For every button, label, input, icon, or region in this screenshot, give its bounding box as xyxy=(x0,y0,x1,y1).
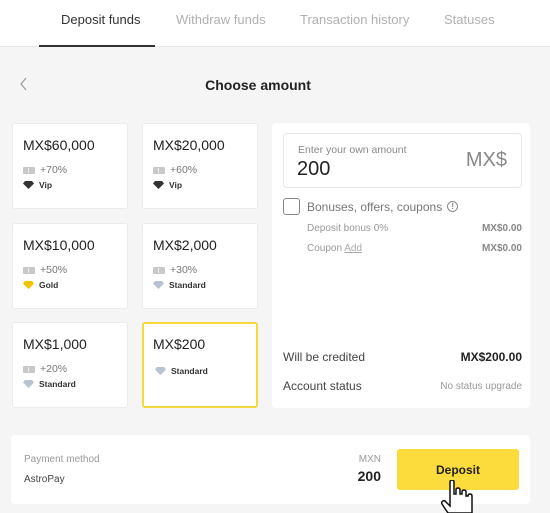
credited-value: MX$200.00 xyxy=(460,350,522,364)
bonus-percentage: +70% xyxy=(23,164,67,176)
account-status-row: Account status No status upgrade xyxy=(283,379,522,393)
tier-label: Vip xyxy=(169,180,183,190)
credited-row: Will be credited MX$200.00 xyxy=(283,350,522,364)
amount-option-value: MX$2,000 xyxy=(153,237,217,253)
tab-deposit-funds[interactable]: Deposit funds xyxy=(61,12,141,27)
tier-label: Standard xyxy=(171,366,208,376)
tier-label: Standard xyxy=(169,280,206,290)
account-status-value: No status upgrade xyxy=(440,380,522,392)
info-icon[interactable]: ! xyxy=(447,201,459,212)
bonus-text: +70% xyxy=(40,164,68,176)
gold-diamond-icon xyxy=(23,281,34,289)
amount-panel: Enter your own amount MX$ Bonuses, offer… xyxy=(272,123,530,408)
tier-label: Standard xyxy=(39,379,76,389)
deposit-bonus-row: Deposit bonus 0% MX$0.00 xyxy=(307,223,522,234)
status-tier: Standard xyxy=(155,366,208,376)
custom-amount-input[interactable] xyxy=(297,158,417,181)
bonuses-toggle[interactable]: Bonuses, offers, coupons ! xyxy=(283,198,459,215)
coupon-label: Coupon xyxy=(307,243,343,254)
amount-option-card[interactable]: MX$20,000 +60% Vip xyxy=(142,123,258,209)
tab-transaction-history[interactable]: Transaction history xyxy=(300,12,409,27)
amount-option-card[interactable]: MX$60,000 +70% Vip xyxy=(12,123,128,209)
amount-option-value: MX$60,000 xyxy=(23,137,95,153)
standard-diamond-icon xyxy=(23,380,34,388)
status-tier: Standard xyxy=(153,280,206,290)
tier-label: Vip xyxy=(39,180,53,190)
account-status-label: Account status xyxy=(283,379,362,393)
bonus-percentage: +30% xyxy=(153,264,197,276)
status-tier: Vip xyxy=(153,180,182,190)
deposit-bonus-label: Deposit bonus 0% xyxy=(307,223,389,234)
bonus-percentage: +60% xyxy=(153,164,197,176)
standard-diamond-icon xyxy=(155,367,166,375)
credited-label: Will be credited xyxy=(283,350,366,364)
tab-bar: Deposit funds Withdraw funds Transaction… xyxy=(0,0,550,47)
status-tier: Vip xyxy=(23,180,52,190)
vip-diamond-icon xyxy=(23,181,34,189)
page-title: Choose amount xyxy=(205,77,311,93)
status-tier: Gold xyxy=(23,280,58,290)
custom-amount-label: Enter your own amount xyxy=(298,144,407,156)
vip-diamond-icon xyxy=(153,181,164,189)
tab-statuses[interactable]: Statuses xyxy=(444,12,495,27)
coupon-row: Coupon Add MX$0.00 xyxy=(307,243,522,254)
amount-option-card[interactable]: MX$1,000 +20% Standard xyxy=(12,322,128,408)
standard-diamond-icon xyxy=(153,281,164,289)
hand-pointer-cursor-icon xyxy=(440,480,473,513)
payment-amount: 200 xyxy=(357,468,381,484)
coupon-value: MX$0.00 xyxy=(481,243,522,254)
bonus-percentage: +20% xyxy=(23,363,67,375)
payment-currency: MXN xyxy=(358,454,381,465)
ticket-icon xyxy=(23,166,35,174)
ticket-icon xyxy=(23,365,35,373)
amount-option-value: MX$10,000 xyxy=(23,237,95,253)
bonus-percentage: +50% xyxy=(23,264,67,276)
active-tab-indicator xyxy=(39,45,155,47)
bonus-text: +20% xyxy=(40,363,68,375)
add-coupon-link[interactable]: Add xyxy=(344,243,362,254)
bonus-text: +50% xyxy=(40,264,68,276)
custom-amount-field[interactable]: Enter your own amount MX$ xyxy=(283,133,522,188)
bonus-text: +60% xyxy=(170,164,198,176)
payment-method-value: AstroPay xyxy=(24,474,65,485)
bonuses-checkbox[interactable] xyxy=(283,198,300,215)
amount-option-card[interactable]: MX$200 Standard xyxy=(142,322,258,408)
tab-withdraw-funds[interactable]: Withdraw funds xyxy=(176,12,266,27)
deposit-bonus-value: MX$0.00 xyxy=(481,223,522,234)
amount-option-card[interactable]: MX$10,000 +50% Gold xyxy=(12,223,128,309)
bonus-text: +30% xyxy=(170,264,198,276)
amount-option-value: MX$1,000 xyxy=(23,336,87,352)
currency-symbol: MX$ xyxy=(465,149,507,171)
amount-option-value: MX$200 xyxy=(153,336,206,352)
bonuses-label: Bonuses, offers, coupons xyxy=(307,199,443,214)
payment-method-label: Payment method xyxy=(24,454,100,465)
ticket-icon xyxy=(23,266,35,274)
ticket-icon xyxy=(153,166,165,174)
amount-option-card[interactable]: MX$2,000 +30% Standard xyxy=(142,223,258,309)
amount-option-value: MX$20,000 xyxy=(153,137,225,153)
status-tier: Standard xyxy=(23,379,76,389)
tier-label: Gold xyxy=(39,280,59,290)
ticket-icon xyxy=(153,266,165,274)
